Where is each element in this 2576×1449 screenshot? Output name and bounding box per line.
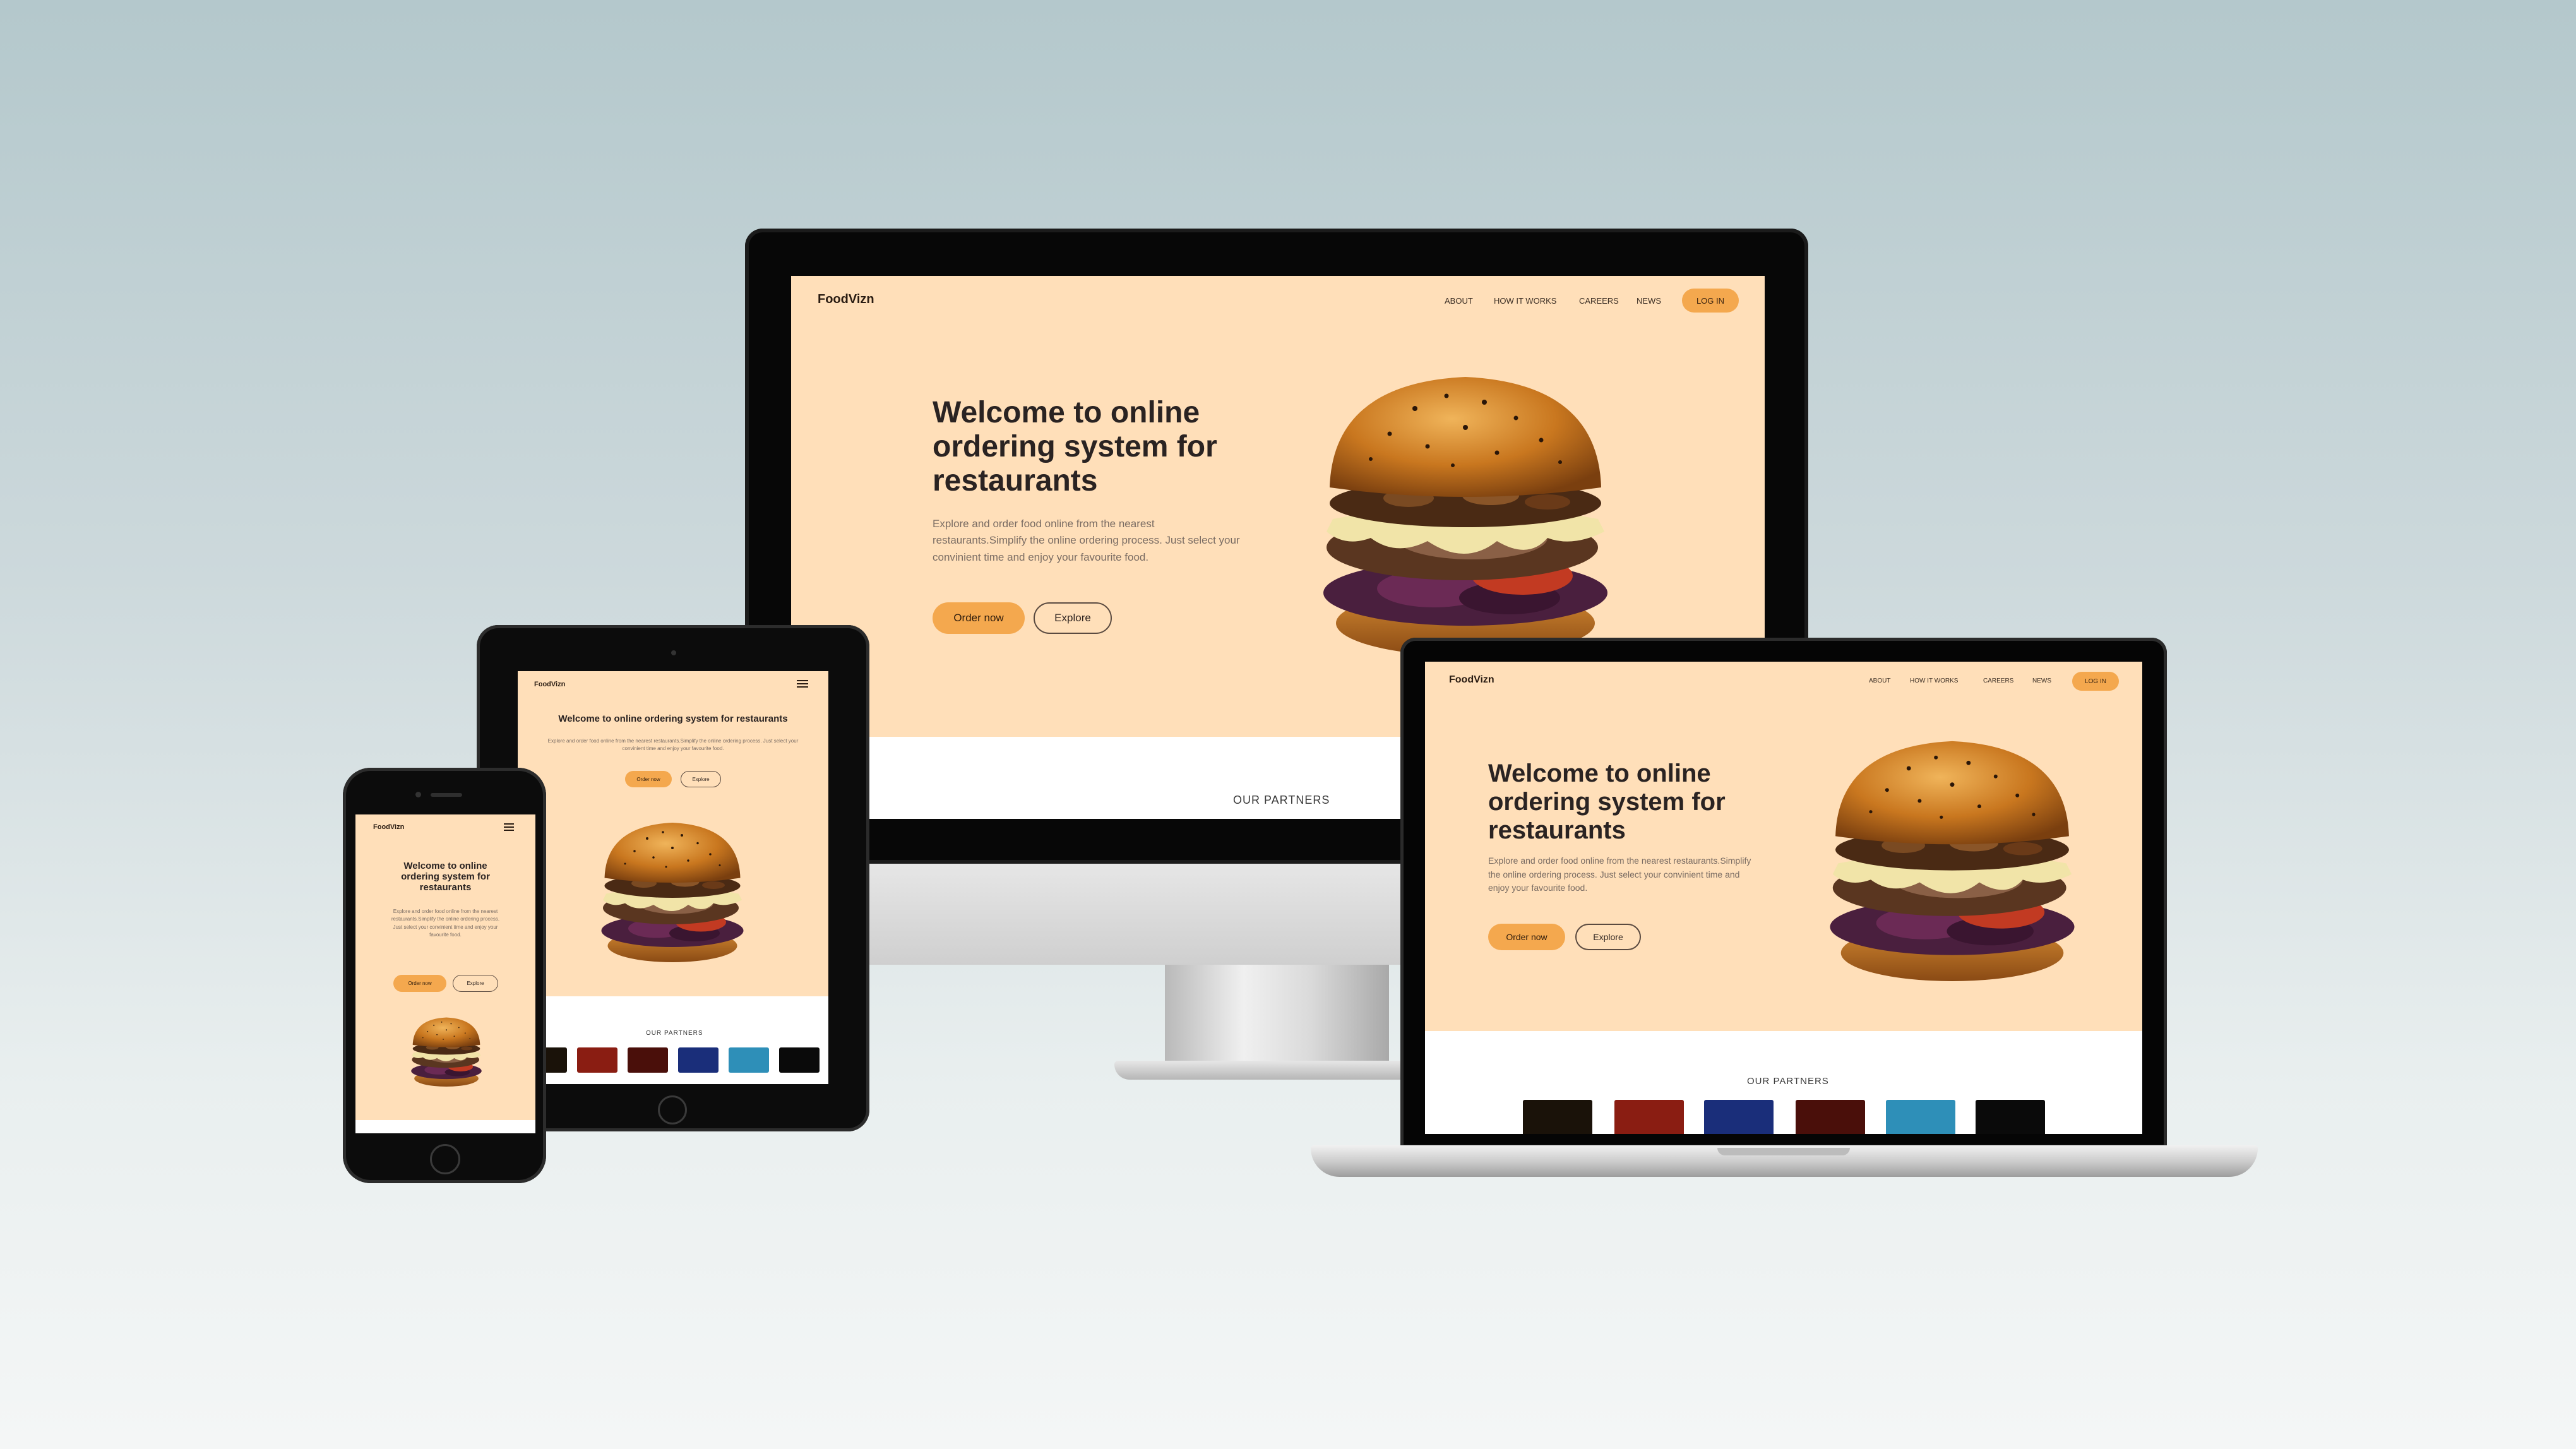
hero-title: Welcome to online ordering system for re… — [558, 713, 788, 724]
nav-how-it-works[interactable]: HOW IT WORKS — [1494, 296, 1556, 306]
laptop-notch — [1717, 1148, 1850, 1155]
order-now-button[interactable]: Order now — [393, 975, 446, 992]
order-now-button[interactable]: Order now — [1488, 924, 1565, 950]
partner-logo[interactable] — [1523, 1100, 1592, 1134]
order-now-button[interactable]: Order now — [625, 771, 672, 787]
hero-title: Welcome to online ordering system for re… — [401, 861, 490, 893]
hero-title: Welcome to online ordering system for re… — [1488, 760, 1726, 844]
tablet-home-button[interactable] — [658, 1095, 687, 1124]
explore-button[interactable]: Explore — [1034, 602, 1112, 634]
hamburger-menu-icon[interactable] — [797, 680, 808, 688]
partner-logo[interactable] — [1886, 1100, 1955, 1134]
hero-section: FoodVizn Welcome to online ordering syst… — [355, 814, 535, 1120]
partner-logo[interactable] — [628, 1047, 668, 1073]
desktop-monitor-base — [1114, 1061, 1440, 1080]
burger-image — [1308, 358, 1623, 661]
hero-description: Explore and order food online from the n… — [933, 518, 1240, 563]
nav-news[interactable]: NEWS — [1637, 296, 1661, 306]
hamburger-menu-icon[interactable] — [504, 823, 514, 831]
nav-careers[interactable]: CAREERS — [1579, 296, 1619, 306]
partners-title: OUR PARTNERS — [1747, 1076, 1829, 1087]
partner-logo[interactable] — [1614, 1100, 1684, 1134]
partner-logo[interactable] — [1796, 1100, 1865, 1134]
phone-speaker — [431, 793, 462, 797]
partner-logo[interactable] — [1976, 1100, 2045, 1134]
phone-camera — [415, 792, 421, 797]
partner-logo[interactable] — [1704, 1100, 1774, 1134]
partner-logo[interactable] — [678, 1047, 719, 1073]
hero-description: Explore and order food online from the n… — [391, 909, 500, 938]
explore-button[interactable]: Explore — [453, 975, 498, 992]
hero-description: Explore and order food online from the n… — [547, 738, 799, 752]
brand-logo[interactable]: FoodVizn — [1449, 674, 1494, 686]
order-now-button[interactable]: Order now — [933, 602, 1025, 634]
desktop-monitor-stand — [1165, 965, 1389, 1063]
nav-about[interactable]: ABOUT — [1869, 677, 1890, 684]
phone-screen: FoodVizn Welcome to online ordering syst… — [355, 814, 535, 1133]
partner-logo[interactable] — [779, 1047, 820, 1073]
brand-logo[interactable]: FoodVizn — [373, 823, 404, 831]
partners-title: OUR PARTNERS — [646, 1030, 703, 1037]
brand-logo[interactable]: FoodVizn — [534, 681, 565, 688]
nav-about[interactable]: ABOUT — [1445, 296, 1473, 306]
login-button[interactable]: LOG IN — [2072, 672, 2119, 691]
hero-title: Welcome to online ordering system for re… — [933, 396, 1217, 498]
hero-description: Explore and order food online from the n… — [1488, 856, 1751, 893]
partners-title: OUR PARTNERS — [1233, 794, 1330, 806]
login-button[interactable]: LOG IN — [1682, 289, 1739, 313]
burger-image — [593, 813, 751, 965]
burger-image — [1816, 725, 2088, 986]
tablet-camera — [671, 650, 676, 655]
nav-how-it-works[interactable]: HOW IT WORKS — [1910, 677, 1958, 684]
brand-logo[interactable]: FoodVizn — [818, 292, 874, 307]
explore-button[interactable]: Explore — [681, 771, 721, 787]
nav-news[interactable]: NEWS — [2032, 677, 2051, 684]
hero-section: FoodVizn ABOUT HOW IT WORKS CAREERS NEWS… — [1425, 662, 2142, 1031]
partner-logo[interactable] — [729, 1047, 769, 1073]
partner-logo[interactable] — [577, 1047, 617, 1073]
hero-section: FoodVizn Welcome to online ordering syst… — [518, 671, 828, 996]
laptop-screen: FoodVizn ABOUT HOW IT WORKS CAREERS NEWS… — [1425, 662, 2142, 1134]
phone-home-button[interactable] — [430, 1144, 460, 1174]
explore-button[interactable]: Explore — [1575, 924, 1641, 950]
nav-careers[interactable]: CAREERS — [1983, 677, 2013, 684]
burger-image — [407, 1013, 486, 1088]
tablet-screen: FoodVizn Welcome to online ordering syst… — [518, 671, 828, 1084]
